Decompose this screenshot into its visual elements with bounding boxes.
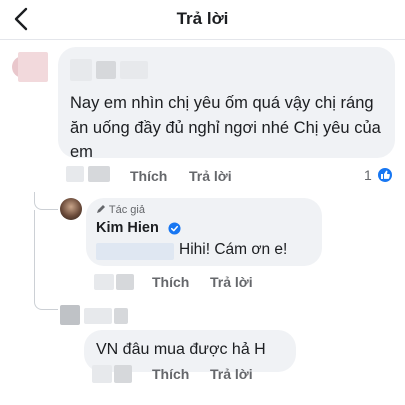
blurred-avatar xyxy=(60,305,80,325)
avatar[interactable] xyxy=(60,198,82,220)
blurred-author-name xyxy=(84,308,112,324)
top-bar: Trả lời xyxy=(0,0,405,40)
author-name[interactable]: Kim Hien xyxy=(96,220,159,236)
comment-text: Nay em nhìn chị yêu ốm quá vậy chị ráng … xyxy=(70,94,381,161)
comment-bubble: Nay em nhìn chị yêu ốm quá vậy chị ráng … xyxy=(58,47,395,161)
blurred-author-name xyxy=(114,308,128,324)
page-title: Trả lời xyxy=(176,9,229,28)
thread-connector xyxy=(34,210,58,310)
like-button[interactable]: Thích xyxy=(152,274,189,290)
reply-button[interactable]: Trả lời xyxy=(189,168,232,184)
blurred-author-name xyxy=(96,61,116,79)
blurred-mention xyxy=(96,243,174,260)
blurred-timestamp xyxy=(88,166,110,182)
like-button[interactable]: Thích xyxy=(130,168,167,184)
reaction-count: 1 xyxy=(364,167,372,183)
like-reaction-icon xyxy=(376,166,394,184)
like-button[interactable]: Thích xyxy=(152,366,189,382)
blurred-timestamp xyxy=(114,365,132,383)
comment-text: VN đâu mua được hả H xyxy=(96,341,266,358)
reply-button[interactable]: Trả lời xyxy=(210,366,253,382)
comment-text: Hihi! Cám ơn e! xyxy=(179,241,288,258)
reply-button[interactable]: Trả lời xyxy=(210,274,253,290)
pen-icon xyxy=(97,205,105,213)
blurred-author-name xyxy=(120,61,148,79)
blurred-avatar-overlay xyxy=(18,52,48,82)
author-badge: Tác giả xyxy=(96,204,145,216)
blurred-timestamp xyxy=(116,274,134,290)
blurred-timestamp xyxy=(94,274,114,290)
thread-connector xyxy=(34,192,58,210)
blurred-timestamp xyxy=(92,365,112,383)
blurred-timestamp xyxy=(66,166,84,182)
author-badge-label: Tác giả xyxy=(108,204,145,216)
verified-badge-icon xyxy=(168,222,181,235)
reply-bubble: Tác giả Kim Hien Hihi! Cám ơn e! xyxy=(86,198,322,266)
blurred-author-name xyxy=(70,59,92,81)
